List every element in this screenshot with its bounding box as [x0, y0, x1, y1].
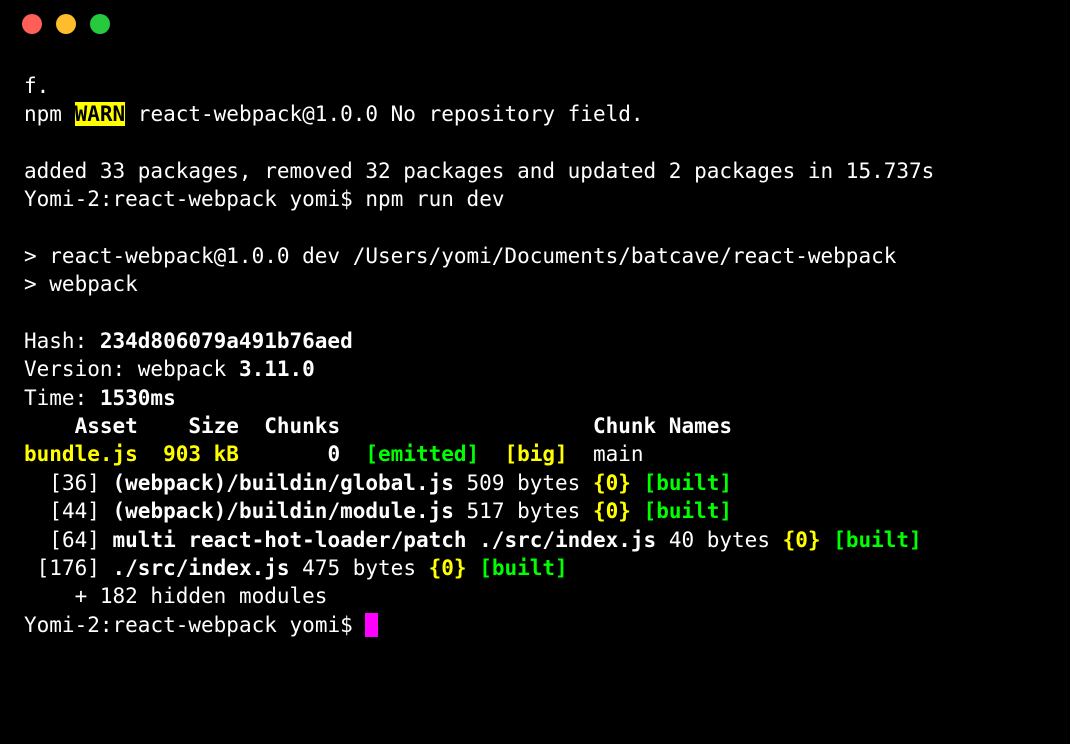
- emitted-tag: [emitted]: [365, 442, 479, 466]
- module-path: multi react-hot-loader/patch ./src/index…: [113, 528, 657, 552]
- module-id: [36]: [24, 471, 113, 495]
- module-id: [44]: [24, 499, 113, 523]
- big-tag: [big]: [479, 442, 568, 466]
- minimize-icon[interactable]: [56, 14, 76, 34]
- prompt-user: yomi$: [277, 613, 366, 637]
- hidden-modules-line: + 182 hidden modules: [24, 584, 327, 608]
- warn-badge: WARN: [75, 102, 126, 126]
- bundle-size: 903 kB: [138, 442, 239, 466]
- module-size: 475 bytes: [290, 556, 429, 580]
- command-text: npm run dev: [365, 187, 504, 211]
- prompt-host: Yomi-2:: [24, 187, 113, 211]
- module-path: (webpack)/buildin/global.js: [113, 471, 454, 495]
- built-tag: [built]: [631, 499, 732, 523]
- module-size: 40 bytes: [656, 528, 782, 552]
- module-size: 517 bytes: [454, 499, 593, 523]
- time-label: Time:: [24, 386, 100, 410]
- npm-prefix: npm: [24, 102, 75, 126]
- bundle-asset-name: bundle.js: [24, 442, 138, 466]
- prompt-line: Yomi-2:react-webpack yomi$: [24, 613, 378, 637]
- warn-message: react-webpack@1.0.0 No repository field.: [125, 102, 643, 126]
- module-row: [44] (webpack)/buildin/module.js 517 byt…: [24, 499, 732, 523]
- module-size: 509 bytes: [454, 471, 593, 495]
- output-line: > react-webpack@1.0.0 dev /Users/yomi/Do…: [24, 244, 896, 268]
- asset-row: bundle.js 903 kB 0 [emitted] [big] main: [24, 442, 644, 466]
- version-label: Version: webpack: [24, 357, 239, 381]
- built-tag: [built]: [821, 528, 922, 552]
- built-tag: [built]: [467, 556, 568, 580]
- module-id: [64]: [24, 528, 113, 552]
- cursor-icon: [365, 613, 378, 637]
- module-chunk: {0}: [593, 499, 631, 523]
- prompt-user: yomi$: [277, 187, 366, 211]
- output-line: > webpack: [24, 272, 138, 296]
- module-chunk: {0}: [429, 556, 467, 580]
- asset-table-header: Asset Size Chunks Chunk Names: [24, 414, 732, 438]
- time-line: Time: 1530ms: [24, 386, 176, 410]
- prompt-host: Yomi-2:: [24, 613, 113, 637]
- close-icon[interactable]: [22, 14, 42, 34]
- hash-label: Hash:: [24, 329, 100, 353]
- module-row: [64] multi react-hot-loader/patch ./src/…: [24, 528, 922, 552]
- module-path: (webpack)/buildin/module.js: [113, 499, 454, 523]
- prompt-path: react-webpack: [113, 613, 277, 637]
- output-line: f.: [24, 74, 49, 98]
- chunk-names: main: [568, 442, 644, 466]
- bundle-chunk-id: 0: [239, 442, 365, 466]
- version-value: 3.11.0: [239, 357, 315, 381]
- terminal-output[interactable]: f. npm WARN react-webpack@1.0.0 No repos…: [0, 42, 1070, 639]
- module-chunk: {0}: [593, 471, 631, 495]
- maximize-icon[interactable]: [90, 14, 110, 34]
- output-line: added 33 packages, removed 32 packages a…: [24, 159, 934, 183]
- module-chunk: {0}: [783, 528, 821, 552]
- built-tag: [built]: [631, 471, 732, 495]
- module-row: [36] (webpack)/buildin/global.js 509 byt…: [24, 471, 732, 495]
- hash-value: 234d806079a491b76aed: [100, 329, 353, 353]
- module-row: [176] ./src/index.js 475 bytes {0} [buil…: [24, 556, 568, 580]
- window-titlebar: [0, 0, 1070, 42]
- version-line: Version: webpack 3.11.0: [24, 357, 315, 381]
- module-id: [176]: [24, 556, 113, 580]
- module-path: ./src/index.js: [113, 556, 290, 580]
- time-value: 1530ms: [100, 386, 176, 410]
- prompt-path: react-webpack: [113, 187, 277, 211]
- output-line: npm WARN react-webpack@1.0.0 No reposito…: [24, 102, 644, 126]
- hash-line: Hash: 234d806079a491b76aed: [24, 329, 353, 353]
- prompt-line: Yomi-2:react-webpack yomi$ npm run dev: [24, 187, 504, 211]
